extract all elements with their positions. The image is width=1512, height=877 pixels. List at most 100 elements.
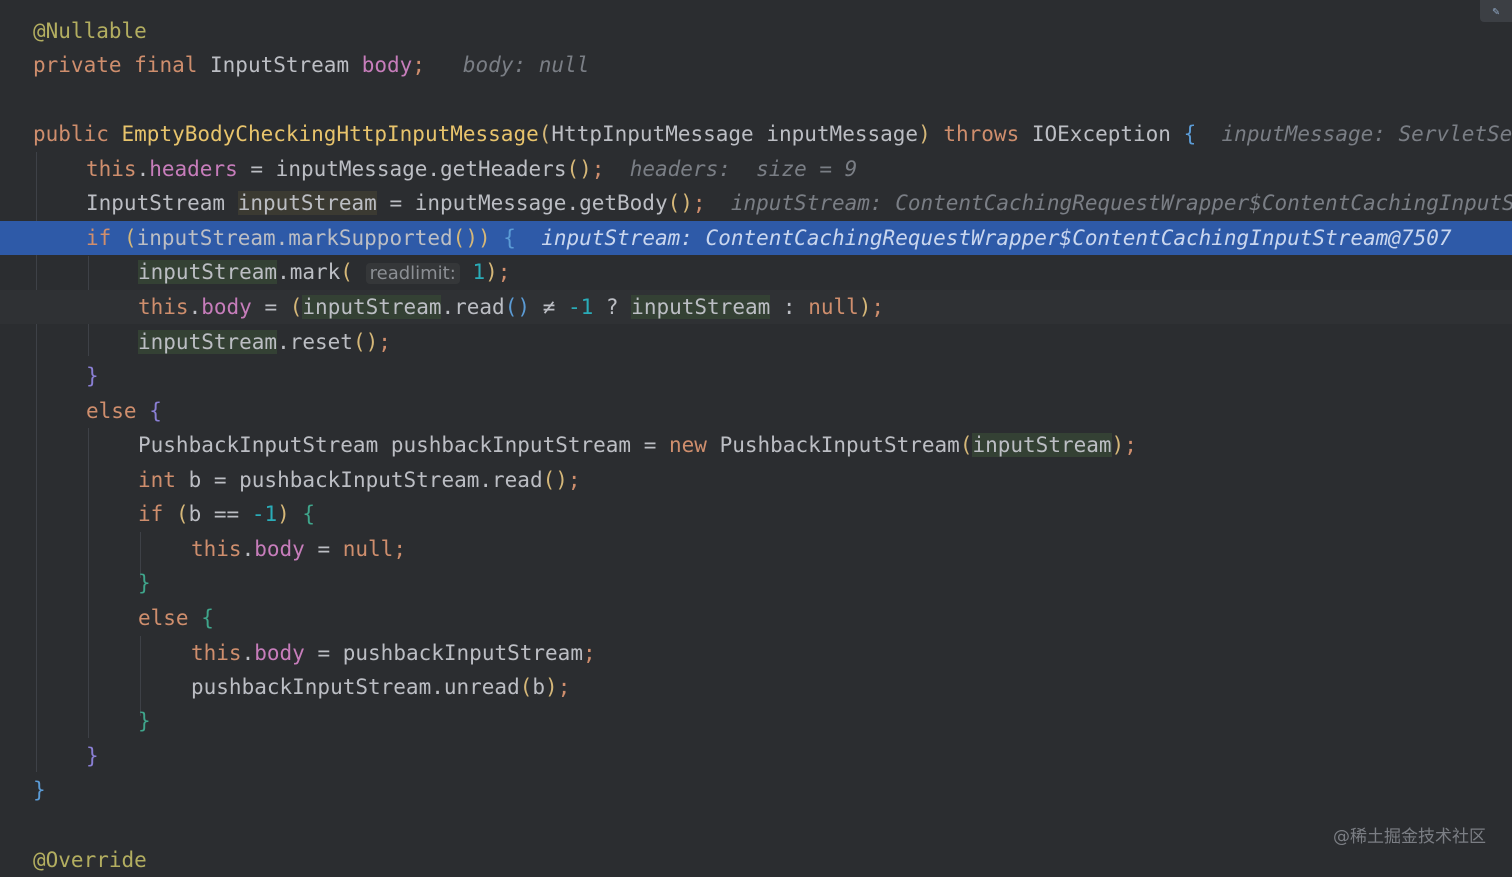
watermark: @稀土掘金技术社区 (1333, 827, 1486, 847)
code-line[interactable]: else { (0, 394, 1512, 428)
code-token: @Override (33, 848, 147, 872)
code-token: . (241, 641, 255, 665)
code-token: ) (277, 502, 290, 526)
code-token: ≠ (530, 295, 568, 319)
code-token: b = pushbackInputStream.read (188, 468, 543, 492)
code-token: this (138, 295, 189, 319)
code-token: inputStream (237, 191, 377, 215)
code-line-content: } (86, 359, 99, 393)
code-token: ; (692, 191, 706, 215)
code-token: = (304, 537, 343, 561)
code-token: ) (485, 260, 498, 284)
code-token: if (86, 226, 124, 250)
code-line-content: this.body = (inputStream.read() ≠ -1 ? i… (138, 290, 884, 324)
debug-value-hint: inputStream: ContentCachingRequestWrappe… (730, 191, 1512, 215)
code-token: = inputMessage.getBody (376, 191, 668, 215)
code-token: { (149, 399, 162, 423)
code-token: ) (1111, 433, 1125, 457)
code-token: inputStream (302, 295, 442, 319)
code-token: = pushbackInputStream (304, 641, 583, 665)
code-token: else (138, 606, 202, 630)
code-token: . (136, 157, 150, 181)
code-token: ) (918, 122, 931, 146)
code-line[interactable] (0, 83, 1512, 117)
code-token: () (352, 330, 379, 354)
code-token: } (138, 709, 151, 733)
code-token: () (667, 191, 693, 215)
code-line[interactable] (0, 808, 1512, 842)
code-line[interactable]: int b = pushbackInputStream.read(); (0, 463, 1512, 497)
code-token: public (33, 122, 122, 146)
code-token: this (86, 157, 137, 181)
code-token: ( (538, 122, 552, 146)
code-token: ( (959, 433, 973, 457)
code-line-content: else { (86, 394, 162, 428)
code-line[interactable]: } (0, 566, 1512, 600)
code-line-content: this.headers = inputMessage.getHeaders()… (86, 152, 857, 186)
code-line[interactable]: inputStream.mark( readlimit: 1); (0, 255, 1512, 289)
code-editor[interactable]: @Nullable private final InputStream body;… (0, 0, 1512, 872)
code-token: inputStream.markSupported (136, 226, 453, 250)
code-token: .reset (277, 330, 353, 354)
code-line[interactable]: else { (0, 601, 1512, 635)
code-token: body (361, 53, 413, 77)
code-token: . (241, 537, 255, 561)
code-line[interactable]: this.body = (inputStream.read() ≠ -1 ? i… (0, 290, 1512, 324)
code-token: throws (930, 122, 1032, 146)
code-token: PushbackInputStream pushbackInputStream … (138, 433, 670, 457)
code-token: this (191, 537, 242, 561)
code-line-content: if (b == -1) { (138, 497, 315, 531)
code-token: } (138, 571, 151, 595)
code-line[interactable]: @Nullable (0, 14, 1512, 48)
code-line[interactable]: } (0, 739, 1512, 773)
code-token: ; (497, 260, 511, 284)
code-line-content: this.body = pushbackInputStream; (191, 636, 596, 670)
code-token: ) (545, 675, 558, 699)
code-token: ; (393, 537, 406, 561)
code-token: () (566, 157, 592, 181)
code-line[interactable]: } (0, 359, 1512, 393)
code-token: ; (871, 295, 885, 319)
code-line-content: inputStream.reset(); (138, 325, 391, 359)
code-line-content: PushbackInputStream pushbackInputStream … (138, 428, 1137, 462)
code-token: = inputMessage.getHeaders (237, 157, 567, 181)
code-token: new (669, 433, 720, 457)
code-token: ; (591, 157, 605, 181)
code-line[interactable]: pushbackInputStream.unread(b); (0, 670, 1512, 704)
code-token: HttpInputMessage inputMessage (551, 122, 919, 146)
code-token: body (254, 537, 305, 561)
code-token: inputStream (972, 433, 1112, 457)
code-line[interactable]: } (0, 704, 1512, 738)
code-token: private (33, 53, 135, 77)
parameter-hint: readlimit: (365, 263, 460, 284)
code-line-content: int b = pushbackInputStream.read(); (138, 463, 581, 497)
debugger-icon[interactable]: ✎ (1480, 0, 1512, 22)
code-line[interactable]: public EmptyBodyCheckingHttpInputMessage… (0, 117, 1512, 151)
code-token: } (86, 744, 99, 768)
code-line[interactable]: PushbackInputStream pushbackInputStream … (0, 428, 1512, 462)
code-token: b == (188, 502, 252, 526)
code-line[interactable]: } (0, 773, 1512, 807)
code-token: ; (412, 53, 425, 77)
code-line-content: @Nullable (33, 14, 147, 48)
code-line[interactable]: if (b == -1) { (0, 497, 1512, 531)
code-line-content: } (33, 773, 46, 807)
code-token: { (201, 606, 214, 630)
code-line[interactable]: inputStream.reset(); (0, 325, 1512, 359)
code-line[interactable]: private final InputStream body; body: nu… (0, 48, 1512, 82)
code-token: else (86, 399, 150, 423)
code-line-content: } (138, 704, 151, 738)
code-line[interactable]: this.body = null; (0, 532, 1512, 566)
code-line[interactable]: this.headers = inputMessage.getHeaders()… (0, 152, 1512, 186)
code-line[interactable]: InputStream inputStream = inputMessage.g… (0, 186, 1512, 220)
code-line[interactable]: this.body = pushbackInputStream; (0, 636, 1512, 670)
code-token: { (1183, 122, 1197, 146)
code-token: ( (289, 295, 303, 319)
code-token: : (770, 295, 809, 319)
execution-point-line[interactable]: if (inputStream.markSupported()) { input… (0, 221, 1512, 255)
code-token: InputStream (210, 53, 362, 77)
code-line-content: } (138, 566, 151, 600)
code-token: this (191, 641, 242, 665)
